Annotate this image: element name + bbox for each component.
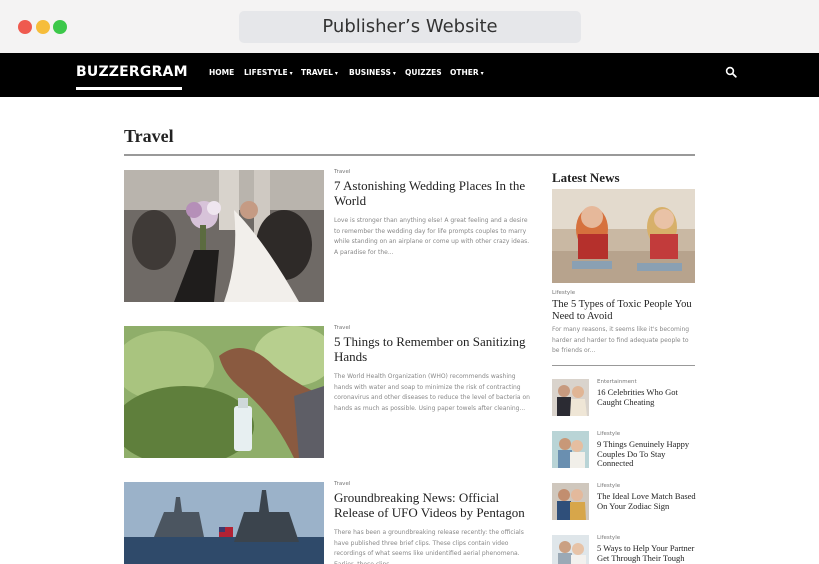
article-excerpt: The World Health Organization (WHO) reco…	[334, 373, 530, 412]
sidebar-hero-excerpt: For many reasons, it seems like it's bec…	[552, 326, 690, 354]
article-excerpt: There has been a groundbreaking release …	[334, 529, 524, 564]
nav-item-lifestyle[interactable]: LIFESTYLE ▾	[244, 68, 293, 77]
article-image-warships[interactable]	[124, 482, 324, 564]
sidebar-divider	[552, 365, 695, 366]
article-image-hands[interactable]	[124, 326, 324, 458]
sidebar-title: Latest News	[552, 170, 620, 185]
sidebar-item-thumbnail[interactable]	[552, 431, 589, 468]
sidebar-item-title[interactable]: 9 Things Genuinely Happy Couples Do To S…	[597, 439, 697, 469]
site-logo[interactable]: BUZZERGRAM	[76, 64, 188, 80]
chevron-down-icon: ▾	[289, 70, 293, 77]
nav-item-travel[interactable]: TRAVEL ▾	[301, 68, 338, 77]
section-divider	[124, 154, 695, 156]
article-excerpt: Love is stronger than anything else! A g…	[334, 217, 530, 256]
maximize-window-button[interactable]	[53, 20, 67, 34]
chevron-down-icon: ▾	[480, 70, 484, 77]
sidebar-item-title[interactable]: 16 Celebrities Who Got Caught Cheating	[597, 387, 697, 407]
page-title: Travel	[124, 126, 174, 146]
article-title[interactable]: 7 Astonishing Wedding Places In the Worl…	[334, 178, 534, 208]
article-title[interactable]: Groundbreaking News: Official Release of…	[334, 490, 534, 520]
nav-item-label: BUSINESS	[349, 68, 391, 77]
article-category[interactable]: Travel	[334, 169, 350, 175]
sidebar-item-thumbnail[interactable]	[552, 379, 589, 416]
site-navbar: BUZZERGRAM HOME LIFESTYLE ▾ TRAVEL ▾ BUSIN…	[0, 53, 819, 97]
sidebar-item-thumbnail[interactable]	[552, 535, 589, 564]
sidebar-hero-category[interactable]: Lifestyle	[552, 290, 575, 296]
nav-item-home[interactable]: HOME	[209, 68, 234, 77]
article-image-wedding[interactable]	[124, 170, 324, 302]
nav-item-label: HOME	[209, 68, 235, 77]
article-title[interactable]: 5 Things to Remember on Sanitizing Hands	[334, 334, 534, 364]
nav-item-label: OTHER	[450, 68, 479, 77]
sidebar-item-category[interactable]: Entertainment	[597, 379, 637, 385]
nav-item-label: LIFESTYLE	[244, 68, 288, 77]
nav-item-business[interactable]: BUSINESS ▾	[349, 68, 396, 77]
sidebar-item-title[interactable]: 5 Ways to Help Your Partner Get Through …	[597, 544, 697, 564]
logo-underline	[76, 87, 182, 90]
address-bar[interactable]: Publisher’s Website	[239, 11, 581, 43]
sidebar-item-title[interactable]: The Ideal Love Match Based On Your Zodia…	[597, 491, 697, 511]
nav-item-other[interactable]: OTHER ▾	[450, 68, 484, 77]
chevron-down-icon: ▾	[392, 70, 396, 77]
sidebar-item-thumbnail[interactable]	[552, 483, 589, 520]
sidebar-hero-title[interactable]: The 5 Types of Toxic People You Need to …	[552, 299, 695, 323]
sidebar-item-category[interactable]: Lifestyle	[597, 483, 620, 489]
close-window-button[interactable]	[18, 20, 32, 34]
article-category[interactable]: Travel	[334, 481, 350, 487]
article-category[interactable]: Travel	[334, 325, 350, 331]
nav-item-label: QUIZZES	[405, 68, 442, 77]
nav-item-label: TRAVEL	[301, 68, 333, 77]
sidebar-hero-image[interactable]	[552, 189, 695, 283]
minimize-window-button[interactable]	[36, 20, 50, 34]
nav-item-quizzes[interactable]: QUIZZES	[405, 68, 442, 77]
browser-chrome: Publisher’s Website	[0, 0, 819, 53]
chevron-down-icon: ▾	[334, 70, 338, 77]
sidebar-item-category[interactable]: Lifestyle	[597, 535, 620, 541]
search-icon[interactable]	[725, 66, 737, 78]
sidebar-item-category[interactable]: Lifestyle	[597, 431, 620, 437]
